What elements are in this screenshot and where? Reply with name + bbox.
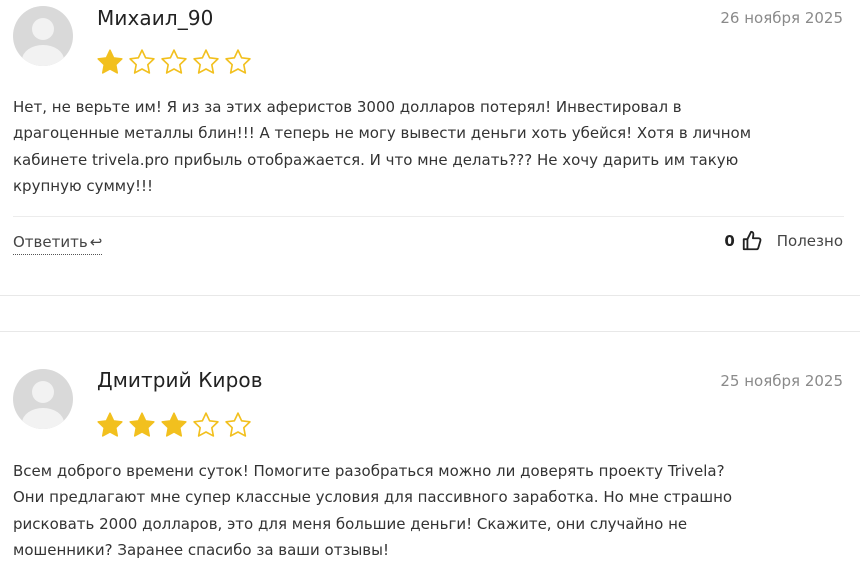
review-text: Всем доброго времени суток! Помогите раз… xyxy=(13,458,843,563)
avatar xyxy=(13,6,73,66)
star-empty-icon xyxy=(225,412,251,437)
user-silhouette-icon xyxy=(22,18,64,66)
review-text-line: кабинете trivela.pro прибыль отображаетс… xyxy=(13,150,739,169)
useful-count: 0 xyxy=(724,232,735,250)
useful-label[interactable]: Полезно xyxy=(777,232,843,250)
review-text-line: крупную сумму!!! xyxy=(13,176,154,195)
review-text-line: мошенники? Заранее спасибо за ваши отзыв… xyxy=(13,540,389,559)
star-filled-icon xyxy=(161,412,187,437)
star-empty-icon xyxy=(161,49,187,74)
star-filled-icon xyxy=(97,412,123,437)
review-date: 26 ноября 2025 xyxy=(720,9,843,27)
review-separator-bottom xyxy=(0,331,860,332)
review-text-line: рисковать 2000 долларов, это для меня бо… xyxy=(13,514,688,533)
rating-stars xyxy=(96,48,252,76)
user-silhouette-icon xyxy=(22,381,64,429)
review-date: 25 ноября 2025 xyxy=(720,372,843,390)
thumbs-up-icon[interactable] xyxy=(741,230,763,252)
star-filled-icon xyxy=(129,412,155,437)
review-card: Дмитрий Киров 25 ноября 2025 Всем доброг… xyxy=(0,362,860,562)
review-author: Дмитрий Киров xyxy=(97,368,263,392)
review-text-line: Они предлагают мне супер классные услови… xyxy=(13,488,733,507)
reply-button[interactable]: Ответить ↩ xyxy=(13,233,103,255)
review-separator-top xyxy=(0,295,860,296)
reply-arrow-icon: ↩ xyxy=(89,233,103,251)
star-empty-icon xyxy=(129,49,155,74)
review-text-line: Всем доброго времени суток! Помогите раз… xyxy=(13,462,725,480)
avatar xyxy=(13,369,73,429)
review-text: Нет, не верьте им! Я из за этих аферисто… xyxy=(13,94,843,199)
star-empty-icon xyxy=(225,49,251,74)
useful-vote: 0 Полезно xyxy=(724,230,843,252)
star-empty-icon xyxy=(193,49,219,74)
divider xyxy=(13,216,844,217)
review-card: Михаил_90 26 ноября 2025 Нет, не верьте … xyxy=(0,0,860,270)
review-text-line: драгоценные металлы блин!!! А теперь не … xyxy=(13,124,752,143)
star-filled-icon xyxy=(97,49,123,74)
review-author: Михаил_90 xyxy=(97,6,214,30)
reply-label: Ответить xyxy=(13,233,88,251)
rating-stars xyxy=(96,411,252,439)
star-empty-icon xyxy=(193,412,219,437)
review-text-line: Нет, не верьте им! Я из за этих аферисто… xyxy=(13,98,682,116)
